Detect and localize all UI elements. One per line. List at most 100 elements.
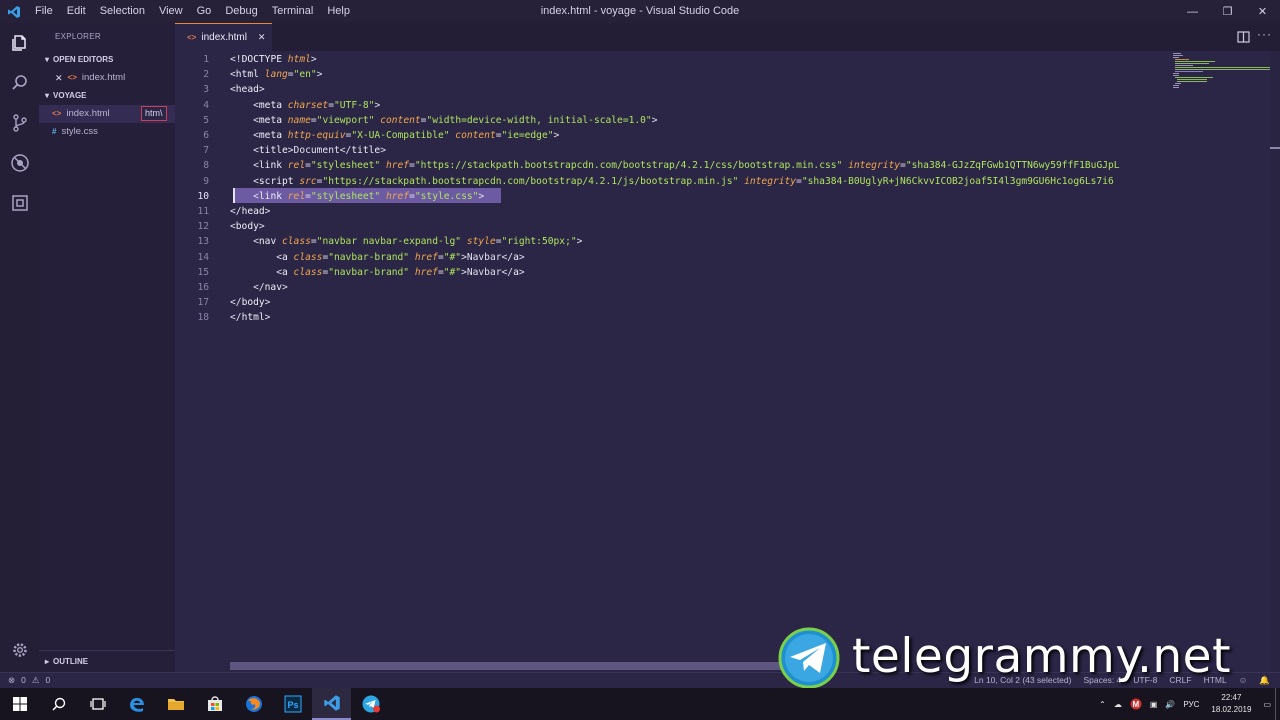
open-editor-item[interactable]: ✕ <> index.html: [39, 69, 175, 87]
horizontal-scrollbar[interactable]: [230, 662, 810, 670]
code-line[interactable]: 4 <meta charset="UTF-8">: [175, 98, 1175, 113]
code-token: class: [293, 266, 323, 278]
telegram-taskbar-icon[interactable]: [351, 688, 390, 720]
firefox-icon[interactable]: [234, 688, 273, 720]
code-token: integrity: [744, 175, 797, 187]
code-token: body: [241, 297, 265, 309]
code-token: <: [230, 266, 282, 278]
telegram-logo-icon: [778, 627, 840, 689]
settings-gear-icon[interactable]: [0, 630, 39, 670]
code-line[interactable]: 10 <link rel="stylesheet" href="style.cs…: [175, 189, 1175, 204]
code-token: >: [264, 312, 271, 324]
more-actions-icon[interactable]: ···: [1257, 27, 1272, 41]
code-token: </: [230, 297, 242, 309]
line-number: 17: [197, 297, 209, 309]
start-icon[interactable]: [0, 688, 39, 720]
split-editor-icon[interactable]: [1237, 30, 1250, 48]
cloud-icon[interactable]: ☁: [1110, 700, 1126, 709]
code-text: <a class="navbar-brand" href="#">Navbar<…: [230, 265, 524, 280]
code-line[interactable]: 15 <a class="navbar-brand" href="#">Navb…: [175, 265, 1175, 280]
menu-edit[interactable]: Edit: [60, 0, 93, 23]
code-editor[interactable]: 1 <!DOCTYPE html> 2 <html lang="en"> 3 <head>…: [175, 51, 1280, 672]
code-token: integrity: [848, 160, 901, 172]
task-view-icon[interactable]: [78, 688, 117, 720]
code-line[interactable]: 17 </body>: [175, 295, 1175, 310]
menu-go[interactable]: Go: [190, 0, 219, 23]
line-number: 3: [203, 84, 209, 96]
minimize-icon[interactable]: —: [1175, 0, 1210, 23]
file-item-style-css[interactable]: # style.css: [39, 123, 175, 141]
photoshop-icon[interactable]: Ps: [273, 688, 312, 720]
search-icon[interactable]: [0, 63, 39, 103]
chevron-down-icon: ▾: [45, 55, 50, 64]
clock[interactable]: 22:47 18.02.2019: [1203, 692, 1259, 716]
code-line[interactable]: 6 <meta http-equiv="X-UA-Compatible" con…: [175, 128, 1175, 143]
volume-icon[interactable]: 🔊: [1161, 700, 1179, 709]
code-text: <nav class="navbar navbar-expand-lg" sty…: [230, 234, 582, 249]
vertical-scrollbar[interactable]: [1270, 51, 1280, 672]
code-line[interactable]: 9 <script src="https://stackpath.bootstr…: [175, 174, 1175, 189]
project-section[interactable]: ▾ VOYAGE: [39, 87, 175, 105]
code-line[interactable]: 16 </nav>: [175, 280, 1175, 295]
open-editors-section[interactable]: ▾ OPEN EDITORS: [39, 51, 175, 69]
code-line[interactable]: 13 <nav class="navbar navbar-expand-lg" …: [175, 234, 1175, 249]
code-text: </html>: [230, 310, 270, 325]
edge-browser-icon[interactable]: [117, 688, 156, 720]
code-line[interactable]: 1 <!DOCTYPE html>: [175, 52, 1175, 67]
extensions-icon[interactable]: [0, 183, 39, 223]
debug-icon[interactable]: [0, 143, 39, 183]
close-editor-icon[interactable]: ✕: [55, 69, 63, 87]
explorer-icon[interactable]: [0, 23, 39, 63]
html-file-icon: <>: [52, 109, 62, 118]
maximize-icon[interactable]: ❐: [1210, 0, 1245, 23]
warning-count: 0: [45, 675, 51, 685]
taskbar-search-icon[interactable]: [39, 688, 78, 720]
code-line[interactable]: 11 </head>: [175, 204, 1175, 219]
close-icon[interactable]: ✕: [1245, 0, 1280, 23]
file-item-index-html[interactable]: <> index.html htm\: [39, 105, 175, 123]
code-token: link: [258, 160, 288, 172]
network-icon[interactable]: ▣: [1146, 700, 1162, 709]
warning-icon: ⚠: [31, 675, 40, 685]
code-line[interactable]: 12 <body>: [175, 219, 1175, 234]
action-center-icon[interactable]: ▭: [1259, 700, 1275, 709]
outline-section[interactable]: ▸ OUTLINE: [39, 650, 175, 672]
code-line[interactable]: 3 <head>: [175, 82, 1175, 97]
menu-selection[interactable]: Selection: [93, 0, 152, 23]
rename-tooltip: htm\: [141, 106, 167, 121]
file-explorer-icon[interactable]: [156, 688, 195, 720]
code-token: content: [455, 130, 496, 141]
outline-label: OUTLINE: [53, 657, 89, 666]
vscode-taskbar-icon[interactable]: [312, 688, 351, 720]
keyboard-language[interactable]: РУС: [1179, 700, 1203, 709]
show-hidden-icons-icon[interactable]: ⌃: [1095, 700, 1110, 709]
antivirus-icon[interactable]: M: [1126, 698, 1146, 710]
menu-view[interactable]: View: [152, 0, 190, 23]
minimap[interactable]: [1173, 51, 1273, 91]
code-line[interactable]: 7 <title>Document</title>: [175, 143, 1175, 158]
menu-terminal[interactable]: Terminal: [265, 0, 321, 23]
menu-help[interactable]: Help: [320, 0, 357, 23]
line-number: 12: [197, 221, 209, 233]
code-text: <link rel="stylesheet" href="style.css">: [230, 189, 484, 204]
code-token: href: [414, 251, 438, 263]
tab-index-html[interactable]: <> index.html ✕: [175, 23, 272, 51]
menu-debug[interactable]: Debug: [218, 0, 264, 23]
code-token: >Navbar</: [461, 251, 514, 263]
code-line[interactable]: 2 <html lang="en">: [175, 67, 1175, 82]
code-line[interactable]: 14 <a class="navbar-brand" href="#">Navb…: [175, 250, 1175, 265]
problems-indicator[interactable]: ⊗ 0 ⚠ 0: [8, 675, 50, 686]
store-icon[interactable]: [195, 688, 234, 720]
code-token: >: [380, 145, 386, 157]
watermark-text: telegrammy.net: [852, 629, 1232, 684]
code-line[interactable]: 5 <meta name="viewport" content="width=d…: [175, 113, 1175, 128]
source-control-icon[interactable]: [0, 103, 39, 143]
code-text: <body>: [230, 219, 265, 234]
code-line[interactable]: 8 <link rel="stylesheet" href="https://s…: [175, 158, 1175, 173]
code-token: <: [230, 251, 282, 263]
close-tab-icon[interactable]: ✕: [258, 32, 266, 43]
code-token: href: [414, 266, 438, 278]
code-line[interactable]: 18 </html>: [175, 310, 1175, 325]
error-icon: ⊗: [8, 675, 16, 685]
menu-file[interactable]: File: [28, 0, 60, 23]
